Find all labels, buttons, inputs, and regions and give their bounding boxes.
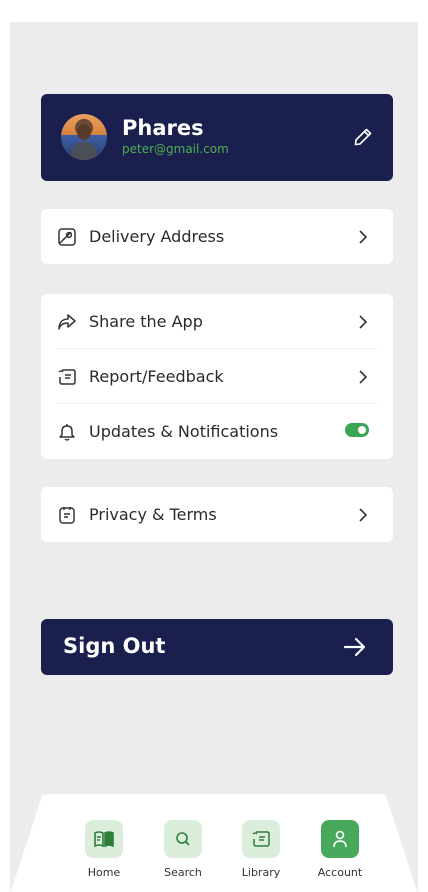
library-icon [252, 831, 270, 847]
book-icon [94, 831, 114, 848]
user-icon [333, 830, 347, 848]
nav-label: Search [164, 866, 202, 879]
nav-label: Home [87, 866, 121, 879]
menu-item-report-feedback[interactable]: Report/Feedback [41, 349, 393, 404]
menu-item-share-app[interactable]: Share the App [41, 294, 393, 349]
arrow-right-icon [343, 637, 366, 657]
chevron-right-icon [359, 370, 368, 384]
menu-item-privacy-terms[interactable]: Privacy & Terms [41, 487, 393, 542]
menu-item-label: Report/Feedback [89, 367, 224, 386]
avatar [61, 114, 107, 160]
menu-item-delivery-address[interactable]: Delivery Address [41, 209, 393, 264]
profile-card[interactable]: Phares peter@gmail.com [41, 94, 393, 181]
nav-search[interactable]: Search [153, 820, 213, 879]
menu-item-label: Updates & Notifications [89, 422, 279, 441]
menu-item-label: Delivery Address [89, 227, 225, 246]
menu-group-delivery: Delivery Address [41, 209, 393, 264]
document-icon [59, 507, 75, 524]
menu-item-updates-notifications: Updates & Notifications [41, 404, 393, 459]
nav-home-button[interactable] [85, 820, 123, 858]
nav-library-button[interactable] [242, 820, 280, 858]
chevron-right-icon [359, 315, 368, 329]
nav-account[interactable]: Account [310, 820, 370, 879]
edit-icon[interactable] [353, 127, 373, 147]
menu-group-legal: Privacy & Terms [41, 487, 393, 542]
notifications-toggle[interactable] [345, 423, 369, 437]
nav-search-button[interactable] [164, 820, 202, 858]
account-screen: Phares peter@gmail.com Delivery Address … [10, 22, 418, 892]
bell-icon [59, 424, 75, 441]
chevron-right-icon [359, 508, 368, 522]
share-icon [58, 314, 76, 330]
nav-library[interactable]: Library [231, 820, 291, 879]
profile-email: peter@gmail.com [122, 142, 229, 156]
sign-out-label: Sign Out [63, 634, 166, 658]
nav-label: Library [241, 866, 281, 879]
nav-label: Account [317, 866, 363, 879]
chevron-right-icon [359, 230, 368, 244]
feedback-icon [58, 369, 76, 385]
sign-out-button[interactable]: Sign Out [41, 619, 393, 675]
nav-account-button[interactable] [321, 820, 359, 858]
search-icon [176, 832, 190, 846]
menu-item-label: Share the App [89, 312, 203, 331]
profile-name: Phares [122, 116, 204, 140]
map-icon [58, 228, 76, 246]
menu-item-label: Privacy & Terms [89, 505, 217, 524]
nav-home[interactable]: Home [74, 820, 134, 879]
bottom-nav: Home Search Library Account [10, 794, 418, 892]
menu-group-app: Share the App Report/Feedback Updates & … [41, 294, 393, 459]
